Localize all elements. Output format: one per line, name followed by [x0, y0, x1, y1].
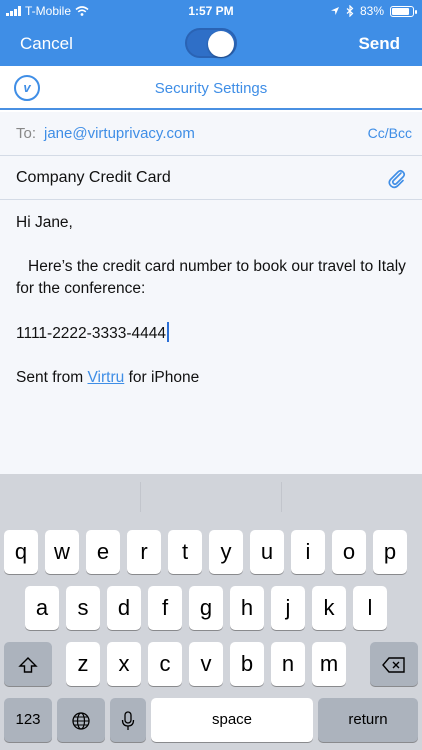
key-t[interactable]: t	[168, 530, 202, 574]
key-c[interactable]: c	[148, 642, 182, 686]
status-right: 83%	[330, 4, 417, 18]
nav-row: Cancel Send	[0, 24, 422, 64]
send-button[interactable]: Send	[358, 34, 400, 54]
suggestion-slot[interactable]	[282, 482, 422, 512]
battery-icon	[390, 5, 417, 17]
key-i[interactable]: i	[291, 530, 325, 574]
security-settings-title: Security Settings	[154, 80, 268, 97]
key-b[interactable]: b	[230, 642, 264, 686]
card-number-line: 1111-2222-3333-4444	[16, 322, 406, 345]
backspace-icon	[382, 657, 405, 673]
key-a[interactable]: a	[25, 586, 59, 630]
signature-line: Sent from Virtru for iPhone	[16, 367, 406, 389]
key-o[interactable]: o	[332, 530, 366, 574]
signature-suffix: for iPhone	[124, 369, 200, 386]
toggle-knob	[208, 31, 234, 57]
encryption-toggle[interactable]	[185, 28, 237, 58]
key-v[interactable]: v	[189, 642, 223, 686]
key-n[interactable]: n	[271, 642, 305, 686]
location-arrow-icon	[330, 7, 339, 15]
cc-bcc-button[interactable]: Cc/Bcc	[368, 125, 412, 141]
key-l[interactable]: l	[353, 586, 387, 630]
suggestion-slot[interactable]	[0, 482, 141, 512]
key-j[interactable]: j	[271, 586, 305, 630]
card-number-text: 1111-2222-3333-4444	[16, 325, 166, 342]
key-r[interactable]: r	[127, 530, 161, 574]
shift-key[interactable]	[4, 642, 52, 686]
shift-icon	[18, 657, 38, 673]
battery-percent: 83%	[359, 4, 384, 18]
microphone-icon	[121, 711, 135, 731]
subject-row[interactable]: Company Credit Card	[0, 156, 422, 200]
key-y[interactable]: y	[209, 530, 243, 574]
status-bar: T-Mobile 1:57 PM 83%	[0, 0, 422, 22]
key-k[interactable]: k	[312, 586, 346, 630]
numbers-key[interactable]: 123	[4, 698, 52, 742]
virtru-link[interactable]: Virtru	[88, 369, 125, 386]
microphone-key[interactable]	[110, 698, 146, 742]
keyboard: q w e r t y u i o p a s d f g h j k l z x c v b n m 123 space return	[0, 474, 422, 750]
space-key[interactable]: space	[151, 698, 313, 742]
security-settings-bar[interactable]: v Security Settings	[0, 66, 422, 110]
key-w[interactable]: w	[45, 530, 79, 574]
cancel-button[interactable]: Cancel	[20, 34, 73, 54]
message-body[interactable]: Hi Jane, Here’s the credit card number t…	[0, 200, 422, 474]
suggestion-slot[interactable]	[141, 482, 282, 512]
key-z[interactable]: z	[66, 642, 100, 686]
key-x[interactable]: x	[107, 642, 141, 686]
paperclip-icon[interactable]	[386, 167, 406, 189]
key-u[interactable]: u	[250, 530, 284, 574]
key-g[interactable]: g	[189, 586, 223, 630]
suggestion-bar	[0, 474, 422, 520]
battery-fill	[392, 7, 409, 15]
key-e[interactable]: e	[86, 530, 120, 574]
recipient-address[interactable]: jane@virtuprivacy.com	[44, 125, 195, 142]
key-m[interactable]: m	[312, 642, 346, 686]
key-h[interactable]: h	[230, 586, 264, 630]
key-p[interactable]: p	[373, 530, 407, 574]
key-d[interactable]: d	[107, 586, 141, 630]
globe-key[interactable]	[57, 698, 105, 742]
key-f[interactable]: f	[148, 586, 182, 630]
to-row[interactable]: To: jane@virtuprivacy.com Cc/Bcc	[0, 112, 422, 156]
key-q[interactable]: q	[4, 530, 38, 574]
return-key[interactable]: return	[318, 698, 418, 742]
text-cursor	[166, 322, 169, 342]
backspace-key[interactable]	[370, 642, 418, 686]
body-paragraph: Here’s the credit card number to book ou…	[16, 258, 406, 297]
to-label: To:	[16, 125, 37, 142]
signature-prefix: Sent from	[16, 369, 88, 386]
globe-icon	[72, 712, 90, 730]
subject-field[interactable]: Company Credit Card	[16, 169, 171, 187]
top-bar: T-Mobile 1:57 PM 83% Cancel Send	[0, 0, 422, 66]
greeting-text: Hi Jane,	[16, 214, 73, 231]
key-s[interactable]: s	[66, 586, 100, 630]
bluetooth-icon	[346, 5, 354, 17]
